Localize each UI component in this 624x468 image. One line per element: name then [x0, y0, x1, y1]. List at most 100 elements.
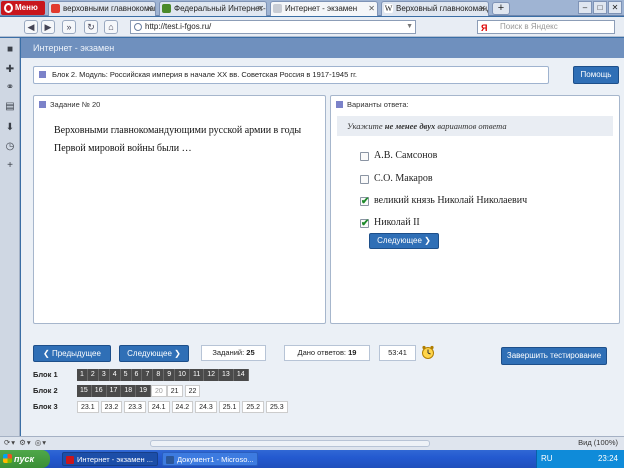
block-row-2: Блок 2 15 16 17 18 19 20 21 22: [33, 385, 201, 397]
start-button[interactable]: пуск: [0, 450, 50, 468]
checkbox[interactable]: [360, 152, 369, 161]
close-tab-icon[interactable]: ✕: [368, 2, 375, 15]
answer-option-1[interactable]: А.В. Самсонов: [360, 148, 437, 164]
taskbar-item-word[interactable]: Документ1 - Microso...: [162, 452, 258, 466]
back-icon[interactable]: ◀: [24, 20, 38, 34]
task-cell[interactable]: 11: [189, 369, 205, 381]
next-question-button[interactable]: Следующее ❯: [369, 233, 439, 249]
block-2-cells: 15 16 17 18 19 20 21 22: [77, 385, 202, 397]
task-cell[interactable]: 10: [175, 369, 190, 381]
search-input[interactable]: Я Поиск в Яндекс: [477, 20, 615, 34]
task-cell[interactable]: 15: [77, 385, 92, 397]
task-cell[interactable]: 24.3: [195, 401, 217, 413]
help-button[interactable]: Помощь: [573, 66, 619, 84]
task-cell[interactable]: 14: [233, 369, 249, 381]
task-cell[interactable]: 1: [77, 369, 88, 381]
opera-menu-button[interactable]: Меню: [1, 1, 45, 15]
close-icon[interactable]: ✕: [608, 1, 622, 14]
browser-tab-3[interactable]: Интернет - экзамен ✕: [270, 1, 378, 16]
task-cell[interactable]: 23.1: [77, 401, 99, 413]
fast-forward-icon[interactable]: »: [62, 20, 76, 34]
youtube-icon: [51, 4, 60, 13]
close-tab-icon[interactable]: ✕: [257, 2, 264, 15]
next-button[interactable]: Следующее ❯: [119, 345, 189, 362]
task-cell[interactable]: 17: [106, 385, 122, 397]
question-text: Верховными главнокомандующими русской ар…: [54, 125, 302, 154]
task-cell[interactable]: 12: [204, 369, 220, 381]
language-indicator[interactable]: RU: [541, 450, 553, 468]
answer-option-3[interactable]: великий князь Николай Николаевич: [360, 193, 527, 210]
task-cell[interactable]: 16: [91, 385, 107, 397]
task-cell[interactable]: 13: [219, 369, 234, 381]
globe-icon: [134, 23, 142, 31]
page-title: Интернет - экзамен: [21, 38, 624, 58]
task-cell[interactable]: 4: [109, 369, 121, 381]
maximize-icon[interactable]: □: [593, 1, 607, 14]
clock: 23:24: [597, 454, 618, 463]
downloads-icon[interactable]: ⬇: [4, 122, 16, 134]
notes-icon[interactable]: ▤: [4, 101, 16, 113]
answered-counter: Дано ответов: 19: [284, 345, 370, 361]
reload-icon[interactable]: ↻: [84, 20, 98, 34]
task-cell[interactable]: 25.3: [266, 401, 288, 413]
task-cell[interactable]: 25.1: [218, 401, 241, 413]
task-cell[interactable]: 7: [142, 369, 154, 381]
checkbox-checked[interactable]: [360, 194, 369, 210]
previous-button[interactable]: ❮ Предыдущее: [33, 345, 111, 362]
horizontal-scrollbar[interactable]: [150, 440, 430, 447]
task-cell[interactable]: 21: [166, 385, 183, 397]
checkbox-checked[interactable]: [360, 216, 369, 232]
task-cell[interactable]: 23.3: [124, 401, 146, 413]
option-label: С.О. Макаров: [374, 173, 433, 184]
window-controls: – □ ✕: [578, 1, 622, 14]
address-bar[interactable]: http://test.i-fgos.ru/ ▼: [130, 20, 416, 34]
zoom-level[interactable]: Вид (100%): [578, 437, 618, 449]
url-text: http://test.i-fgos.ru/: [145, 22, 212, 31]
status-icons[interactable]: ⟳▾ ⚙▾ ◎▾: [4, 437, 47, 449]
word-icon: [166, 456, 174, 464]
add-panel-icon[interactable]: +: [4, 160, 16, 172]
browser-tab-1[interactable]: верховными главнокоманд... ✕: [48, 1, 156, 16]
task-cell[interactable]: 18: [121, 385, 137, 397]
task-cell[interactable]: 9: [164, 369, 176, 381]
instruction-emphasis: не менее двух: [384, 121, 436, 131]
task-cell[interactable]: 24.1: [147, 401, 170, 413]
answers-label-text: Варианты ответа:: [347, 100, 409, 109]
task-cell[interactable]: 2: [87, 369, 99, 381]
browser-tab-2[interactable]: Федеральный Интернет-... ✕: [159, 1, 267, 16]
task-cell[interactable]: 22: [184, 385, 201, 397]
search-placeholder: Поиск в Яндекс: [500, 22, 558, 31]
task-cell[interactable]: 5: [120, 369, 132, 381]
minimize-icon[interactable]: –: [578, 1, 592, 14]
task-cell[interactable]: 20: [150, 385, 167, 397]
task-cell[interactable]: 8: [153, 369, 165, 381]
checkbox[interactable]: [360, 175, 369, 184]
new-tab-button[interactable]: +: [492, 2, 510, 15]
task-cell[interactable]: 19: [136, 385, 151, 397]
share-icon[interactable]: ⚭: [4, 82, 16, 94]
answer-option-2[interactable]: С.О. Макаров: [360, 171, 433, 187]
task-cell[interactable]: 25.2: [242, 401, 264, 413]
close-tab-icon[interactable]: ✕: [146, 2, 153, 15]
tasks-count: 25: [246, 348, 255, 357]
square-bullet-icon: [39, 101, 46, 108]
home-icon[interactable]: ⌂: [104, 20, 118, 34]
start-label: пуск: [14, 454, 35, 464]
task-cell[interactable]: 3: [98, 369, 110, 381]
close-tab-icon[interactable]: ✕: [479, 2, 486, 15]
history-icon[interactable]: ◷: [4, 141, 16, 153]
taskbar-item-browser[interactable]: Интернет - экзамен ...: [62, 452, 158, 466]
answers-panel: Варианты ответа: Укажите не менее двух в…: [330, 95, 620, 324]
finish-test-button[interactable]: Завершить тестирование: [501, 347, 607, 365]
browser-tab-4[interactable]: W Верховный главнокоманд... ✕: [381, 1, 489, 16]
forward-icon[interactable]: ▶: [41, 20, 55, 34]
task-cell[interactable]: 6: [131, 369, 143, 381]
widgets-icon[interactable]: ✚: [4, 64, 16, 76]
block-3-cells: 23.1 23.2 23.3 24.1 24.2 24.3 25.1 25.2 25.3: [77, 401, 290, 413]
chevron-down-icon[interactable]: ▼: [406, 21, 413, 33]
task-cell[interactable]: 23.2: [100, 401, 123, 413]
task-cell[interactable]: 24.2: [171, 401, 194, 413]
block-title: Блок 2. Модуль: Российская империя в нач…: [52, 70, 358, 79]
bookmarks-icon[interactable]: ■: [4, 44, 16, 56]
answer-option-4[interactable]: Николай II: [360, 215, 420, 232]
